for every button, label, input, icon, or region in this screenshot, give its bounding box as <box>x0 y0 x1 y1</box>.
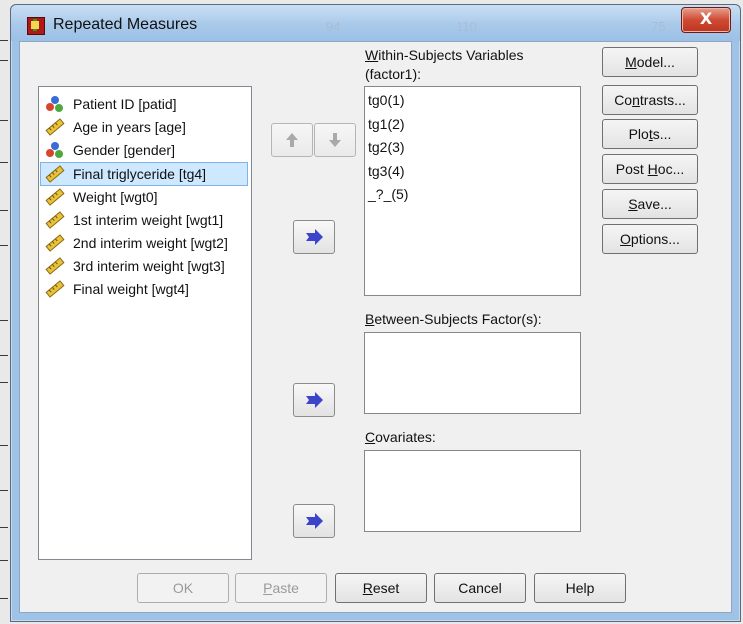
app-icon <box>27 17 45 35</box>
background-number: 94 <box>326 19 341 34</box>
variable-label: Weight [wgt0] <box>73 189 158 205</box>
repeated-measures-dialog: Repeated Measures 94 110 75 X Patient ID… <box>10 4 741 622</box>
within-subjects-item[interactable]: tg2(3) <box>368 136 405 158</box>
scale-ruler-icon <box>45 257 65 275</box>
move-up-button[interactable] <box>271 123 313 157</box>
scale-ruler-icon <box>45 234 65 252</box>
variable-item-selected[interactable]: Final triglyceride [tg4] <box>40 162 248 186</box>
model-button[interactable]: Model... <box>602 47 698 77</box>
reset-button[interactable]: Reset <box>335 573 427 603</box>
variable-item[interactable]: Patient ID [patid] <box>41 93 247 115</box>
options-button[interactable]: Options... <box>602 224 698 254</box>
scale-ruler-icon <box>45 165 65 183</box>
within-subjects-item[interactable]: tg3(4) <box>368 160 405 182</box>
between-subjects-list[interactable] <box>364 332 581 414</box>
scale-ruler-icon <box>45 188 65 206</box>
variable-item[interactable]: Age in years [age] <box>41 116 247 138</box>
ok-button[interactable]: OK <box>137 573 229 603</box>
background-number: 75 <box>651 19 666 34</box>
variable-item[interactable]: 2nd interim weight [wgt2] <box>41 232 247 254</box>
close-button[interactable]: X <box>681 7 731 33</box>
variable-label: Gender [gender] <box>73 142 175 158</box>
scale-ruler-icon <box>45 280 65 298</box>
within-subjects-list[interactable]: tg0(1) tg1(2) tg2(3) tg3(4) _?_(5) <box>364 86 581 296</box>
variable-item[interactable]: 3rd interim weight [wgt3] <box>41 255 247 277</box>
within-subjects-item[interactable]: _?_(5) <box>368 183 408 205</box>
cancel-button[interactable]: Cancel <box>434 573 526 603</box>
window-title: Repeated Measures <box>53 16 198 33</box>
variable-item[interactable]: Final weight [wgt4] <box>41 278 247 300</box>
variable-label: Age in years [age] <box>73 119 186 135</box>
variable-label: 1st interim weight [wgt1] <box>73 212 224 228</box>
move-to-within-subjects-button[interactable] <box>293 220 335 254</box>
plots-button[interactable]: Plots... <box>602 119 698 149</box>
variable-label: Final weight [wgt4] <box>73 281 189 297</box>
nominal-icon <box>46 142 63 158</box>
arrow-right-icon <box>306 229 323 245</box>
between-subjects-label: Between-Subjects Factor(s): <box>365 311 542 327</box>
arrow-right-icon <box>306 392 323 408</box>
variable-item[interactable]: 1st interim weight [wgt1] <box>41 209 247 231</box>
arrow-up-icon <box>286 133 298 147</box>
source-variable-list[interactable]: Patient ID [patid] Age in years [age] Ge… <box>38 86 252 560</box>
post-hoc-button[interactable]: Post Hoc... <box>602 154 698 184</box>
scale-ruler-icon <box>45 118 65 136</box>
variable-item[interactable]: Weight [wgt0] <box>41 186 247 208</box>
variable-item[interactable]: Gender [gender] <box>41 139 247 161</box>
help-button[interactable]: Help <box>534 573 626 603</box>
dialog-client-area: Patient ID [patid] Age in years [age] Ge… <box>19 41 732 613</box>
paste-button[interactable]: Paste <box>235 573 327 603</box>
within-subjects-item[interactable]: tg1(2) <box>368 113 405 135</box>
within-subjects-item[interactable]: tg0(1) <box>368 89 405 111</box>
arrow-down-icon <box>329 133 341 147</box>
variable-label: 2nd interim weight [wgt2] <box>73 235 228 251</box>
nominal-icon <box>46 96 63 112</box>
contrasts-button[interactable]: Contrasts... <box>602 85 698 115</box>
move-to-between-subjects-button[interactable] <box>293 383 335 417</box>
variable-label: Patient ID [patid] <box>73 96 177 112</box>
close-icon: X <box>699 9 713 28</box>
move-to-covariates-button[interactable] <box>293 504 335 538</box>
scale-ruler-icon <box>45 211 65 229</box>
within-subjects-factor-label: (factor1): <box>365 66 422 82</box>
move-down-button[interactable] <box>314 123 356 157</box>
title-bar[interactable]: Repeated Measures 94 110 75 X <box>11 5 740 41</box>
covariates-label: Covariates: <box>365 429 436 445</box>
covariates-list[interactable] <box>364 450 581 532</box>
save-button[interactable]: Save... <box>602 189 698 219</box>
background-number: 110 <box>456 19 477 34</box>
arrow-right-icon <box>306 513 323 529</box>
variable-label: Final triglyceride [tg4] <box>73 166 207 182</box>
within-subjects-label: Within-Subjects Variables <box>365 47 524 63</box>
variable-label: 3rd interim weight [wgt3] <box>73 258 225 274</box>
